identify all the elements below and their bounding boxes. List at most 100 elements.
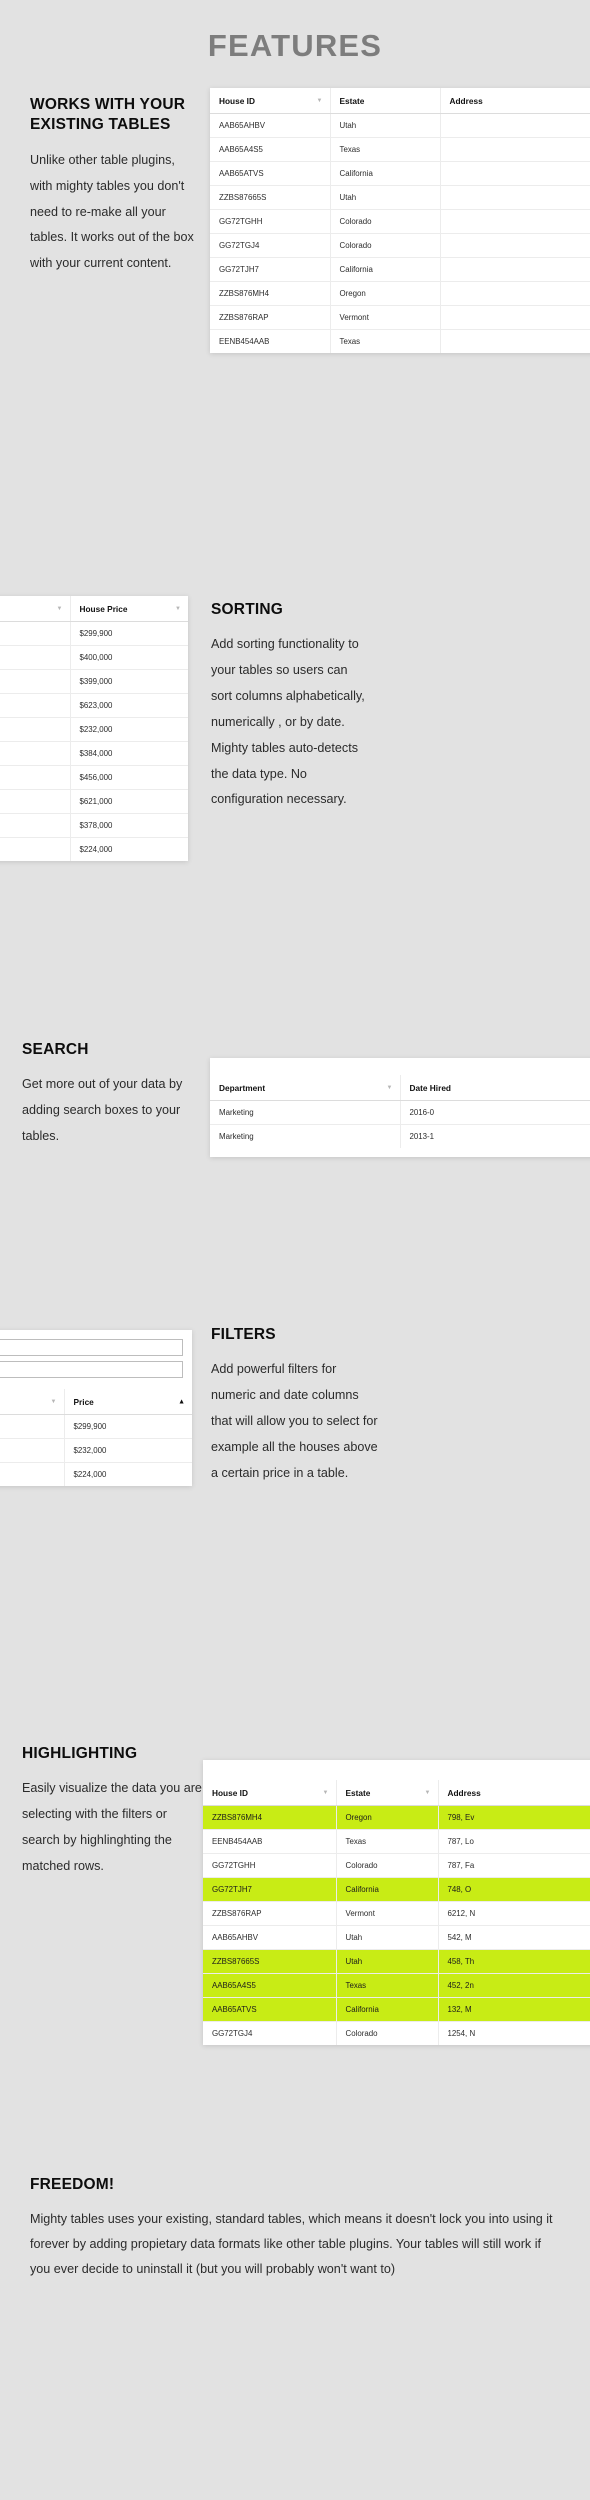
table-cell: Utah [336, 1949, 439, 1974]
search-input[interactable] [0, 1361, 183, 1378]
table-row: $232,000 [0, 1438, 192, 1463]
table-row: ZZBS876RAP Vermont [210, 305, 590, 330]
table-cell: Colorado [330, 209, 441, 234]
filtered-table-card: ▼ 300000 Search Estate ▼ Price ▲ [0, 1330, 192, 1486]
prices-table-body: $299,900 $400,000 $399,000 $623,000 $232,000… [0, 621, 188, 861]
table-cell: 798, Ev [438, 1805, 590, 1830]
table-row: $224,000 [0, 837, 188, 861]
table-row: $623,000 [0, 693, 188, 718]
table-row: GG72TGJ4 Colorado [210, 233, 590, 258]
table-cell: Utah [330, 185, 441, 210]
column-header-date-hired[interactable]: Date Hired [400, 1075, 590, 1101]
table-cell: AAB65A4S5 [210, 137, 331, 162]
table-row: ZZBS87665S Utah 458, Th [203, 1949, 590, 1974]
sort-neutral-icon[interactable]: ▼ [51, 1399, 57, 1405]
column-header-estate[interactable]: Estate ▼ [0, 596, 71, 622]
column-header-house-id[interactable]: House ID ▼ [203, 1780, 337, 1806]
column-header-price[interactable]: Price ▲ [64, 1389, 192, 1415]
table-cell: Oregon [330, 281, 441, 306]
sort-neutral-icon[interactable]: ▼ [323, 1790, 329, 1796]
column-header-house-id[interactable]: House ID ▼ [210, 88, 331, 114]
sort-neutral-icon[interactable]: ▼ [57, 606, 63, 612]
section-search: SEARCH Get more out of your data by addi… [22, 1040, 207, 1150]
highlighted-table-body: ZZBS876MH4 Oregon 798, Ev EENB454AAB Texas 78… [203, 1805, 590, 2045]
table-cell: $400,000 [70, 645, 188, 670]
table-cell [0, 1462, 65, 1486]
table-cell: Vermont [336, 1901, 439, 1926]
column-label: House ID [212, 1788, 248, 1798]
sort-neutral-icon[interactable]: ▼ [317, 98, 323, 104]
table-row: $224,000 [0, 1462, 192, 1486]
table-cell [0, 717, 71, 742]
table-row: GG72TGHH Colorado [210, 209, 590, 234]
filter-row-amount: ▼ 300000 [0, 1339, 183, 1356]
table-cell: GG72TGJ4 [203, 2021, 337, 2045]
table-cell: Utah [330, 113, 441, 138]
houses-table-body: AAB65AHBV Utah AAB65A4S5 Texas AAB65ATVS Cali… [210, 113, 590, 353]
sort-neutral-icon[interactable]: ▼ [425, 1790, 431, 1796]
table-row: AAB65AHBV Utah [210, 113, 590, 138]
table-cell: Colorado [336, 1853, 439, 1878]
table-cell: ZZBS876RAP [210, 305, 331, 330]
table-cell: 2013-1 [409, 1132, 435, 1141]
feature-heading: SEARCH [22, 1041, 89, 1058]
column-header-estate[interactable]: Estate ▼ [0, 1389, 65, 1415]
column-label: Estate [339, 96, 365, 106]
table-row: ZZBS87665S Utah [210, 185, 590, 210]
table-row: ZZBS876MH4 Oregon [210, 281, 590, 306]
houses-table: House ID ▼ Estate Address AAB65AHBV Utah A… [210, 88, 590, 353]
filter-row-search: Search [0, 1361, 183, 1378]
table-cell: $456,000 [70, 765, 188, 790]
table-row: AAB65A4S5 Texas [210, 137, 590, 162]
feature-heading: SORTING [211, 601, 284, 618]
table-row: $299,900 [0, 621, 188, 646]
table-cell [440, 113, 590, 138]
table-row: EENB454AAB Texas 787, Lo [203, 1829, 590, 1854]
table-row: ZZBS876RAP Vermont 6212, N [203, 1901, 590, 1926]
column-header-estate[interactable]: Estate ▼ [336, 1780, 439, 1806]
table-cell: Texas [330, 329, 441, 353]
table-cell: 1254, N [447, 2029, 476, 2038]
sort-neutral-icon[interactable]: ▼ [175, 606, 181, 612]
section-filters: FILTERS Add powerful filters for numeric… [211, 1325, 379, 1487]
houses-table-card: House ID ▼ Estate Address AAB65AHBV Utah A… [210, 88, 590, 353]
column-header-address[interactable]: Address [438, 1780, 590, 1806]
search-bar-area[interactable] [210, 1058, 590, 1075]
column-header-estate[interactable]: Estate [330, 88, 441, 114]
sort-ascending-icon[interactable]: ▲ [178, 1398, 185, 1405]
column-header-address[interactable]: Address [440, 88, 590, 114]
table-cell [0, 1438, 65, 1463]
table-cell: EENB454AAB [203, 1829, 337, 1854]
table-cell: GG72TGJ4 [210, 233, 331, 258]
feature-heading: WORKS WITH YOUR EXISTING TABLES [30, 96, 186, 134]
table-cell: Texas [330, 137, 441, 162]
table-row: $299,900 [0, 1414, 192, 1439]
table-cell: California [336, 1877, 439, 1902]
table-row: AAB65A4S5 Texas 452, 2n [203, 1973, 590, 1998]
table-header-row: Estate ▼ House Price ▼ [0, 596, 188, 622]
section-sorting: SORTING Add sorting functionality to you… [211, 600, 371, 813]
table-cell: Marketing [210, 1100, 401, 1125]
filter-amount-input[interactable]: 300000 [0, 1339, 183, 1356]
column-header-department[interactable]: Department ▼ [210, 1075, 401, 1101]
table-cell: ZZBS876RAP [203, 1901, 337, 1926]
table-cell: ZZBS87665S [210, 185, 331, 210]
feature-body: Add sorting functionality to your tables… [211, 637, 365, 807]
table-cell: $299,900 [70, 621, 188, 646]
table-header-row: House ID ▼ Estate ▼ Address [203, 1780, 590, 1806]
table-cell [440, 161, 590, 186]
table-row: $232,000 [0, 717, 188, 742]
table-cell: California [336, 1997, 439, 2022]
column-label: House Price [79, 604, 128, 614]
highlighted-table-card: House ID ▼ Estate ▼ Address ZZBS876MH4 Or… [203, 1760, 590, 2045]
table-cell: AAB65AHBV [210, 113, 331, 138]
table-cell [0, 693, 71, 718]
table-cell: GG72TGHH [203, 1853, 337, 1878]
section-freedom: FREEDOM! Mighty tables uses your existin… [30, 2175, 560, 2281]
page-title: FEATURES [207, 28, 383, 63]
table-cell: Colorado [330, 233, 441, 258]
table-toolbar-area[interactable] [203, 1760, 590, 1780]
sort-neutral-icon[interactable]: ▼ [387, 1085, 393, 1091]
feature-body: Unlike other table plugins, with mighty … [30, 152, 194, 271]
column-header-house-price[interactable]: House Price ▼ [70, 596, 188, 622]
